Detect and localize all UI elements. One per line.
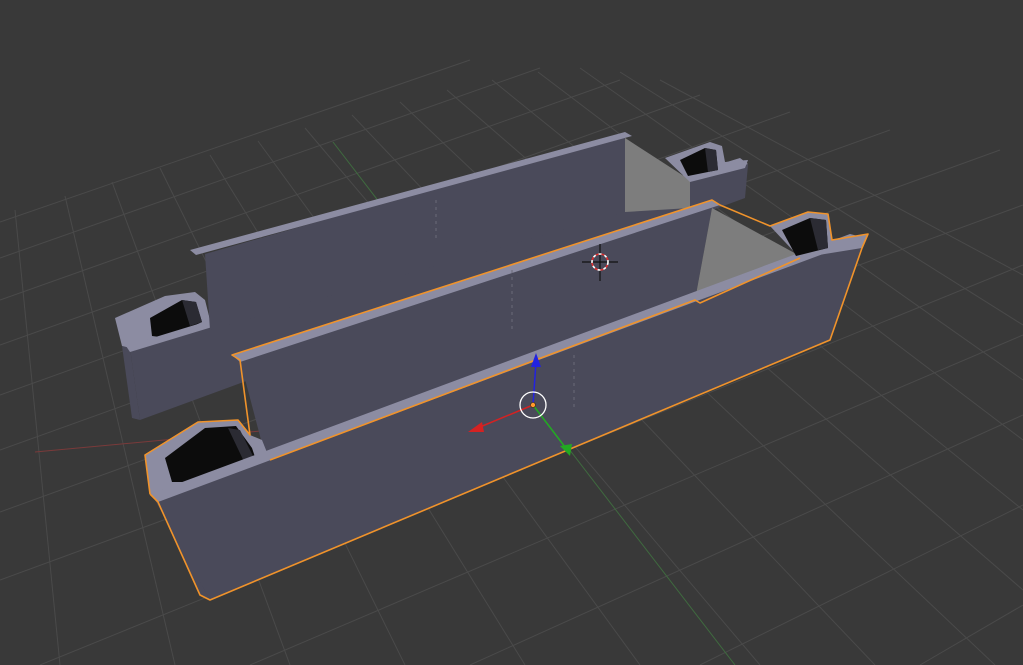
viewport-canvas[interactable] [0, 0, 1023, 665]
object-origin [530, 402, 536, 408]
3d-viewport[interactable] [0, 0, 1023, 665]
